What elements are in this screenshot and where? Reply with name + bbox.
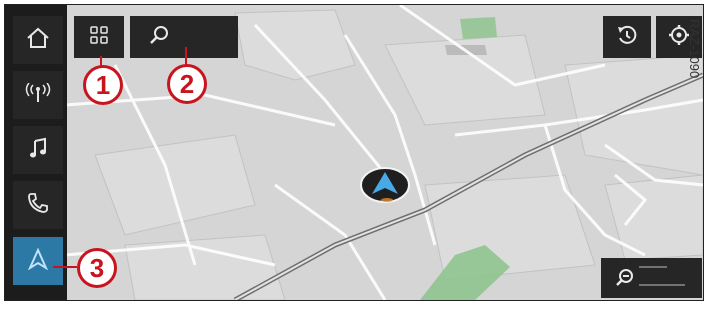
app-menu-button[interactable] xyxy=(74,16,124,58)
callout-connector-3 xyxy=(53,266,77,268)
callout-3: 3 xyxy=(77,248,117,288)
sidebar xyxy=(5,5,67,300)
nav-screen: 1 2 3 RAZ-1090 xyxy=(4,4,704,301)
figure-reference-label: RAZ-1090 xyxy=(687,19,702,79)
callout-1: 1 xyxy=(83,65,123,105)
phone-icon xyxy=(27,192,49,219)
sidebar-item-phone[interactable] xyxy=(13,181,63,229)
route-history-button[interactable] xyxy=(603,16,651,58)
sidebar-item-radio[interactable] xyxy=(13,71,63,119)
sidebar-item-navigation[interactable] xyxy=(13,237,63,285)
route-history-icon xyxy=(616,24,638,51)
home-icon xyxy=(26,27,50,54)
zoom-out-icon xyxy=(615,263,685,294)
radio-icon xyxy=(25,82,51,108)
search-button[interactable] xyxy=(130,16,238,58)
sidebar-item-home[interactable] xyxy=(13,16,63,64)
search-icon xyxy=(148,24,170,51)
zoom-button[interactable] xyxy=(601,258,702,298)
vehicle-position-marker xyxy=(360,167,410,203)
callout-connector-2 xyxy=(185,47,187,65)
music-note-icon xyxy=(28,137,48,164)
callout-2: 2 xyxy=(167,64,207,104)
grid-menu-icon xyxy=(89,25,109,50)
sidebar-item-media[interactable] xyxy=(13,126,63,174)
navigation-icon xyxy=(27,247,49,275)
